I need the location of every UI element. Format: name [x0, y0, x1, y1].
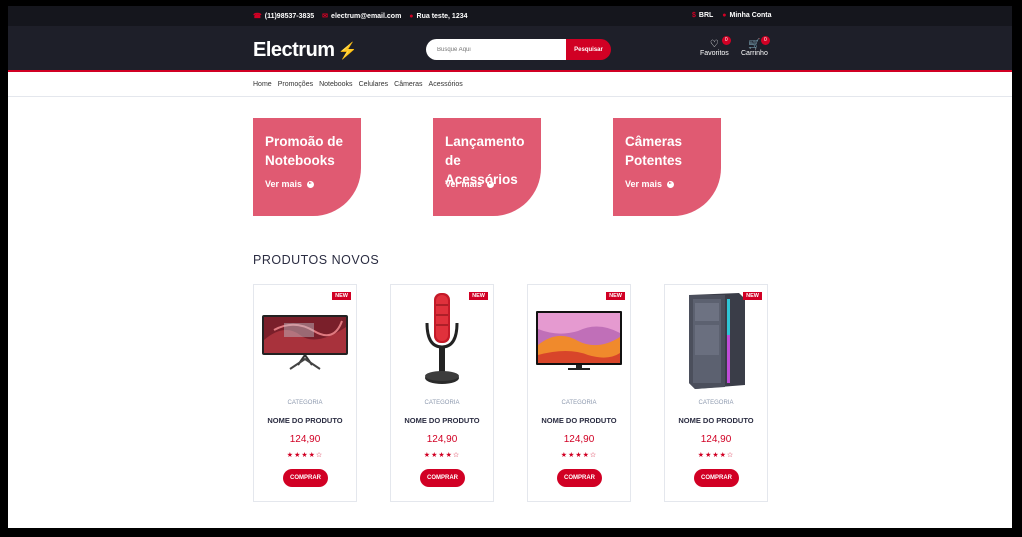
phone-icon: ☎: [253, 13, 262, 20]
cart-label: Carrinho: [741, 50, 768, 57]
product-image-pc-case[interactable]: [665, 285, 767, 395]
nav-item-cameras[interactable]: Câmeras: [394, 81, 422, 88]
account-text: Minha Conta: [729, 12, 772, 19]
product-card[interactable]: NEW CATEGORIA NOME DO PRODUTO 124,90 ★★★…: [390, 284, 494, 502]
product-rating: ★★★★☆: [697, 452, 735, 459]
envelope-icon: ✉: [322, 13, 329, 20]
product-price: 124,90: [289, 434, 321, 445]
arrow-circle-icon: [667, 180, 675, 188]
nav-item-promocoes[interactable]: Promoções: [278, 81, 313, 88]
product-category: CATEGORIA: [698, 400, 734, 406]
product-rating: ★★★★☆: [286, 452, 324, 459]
product-category: CATEGORIA: [287, 400, 323, 406]
search-button[interactable]: Pesquisar: [566, 39, 611, 60]
promo-more-link[interactable]: Ver mais: [445, 179, 495, 189]
product-name[interactable]: NOME DO PRODUTO: [391, 416, 493, 425]
nav-item-home[interactable]: Home: [253, 81, 272, 88]
logo-text: Electrum: [253, 39, 335, 61]
phone-link[interactable]: ☎ (11)98537-3835: [253, 12, 315, 21]
bolt-icon: ⚡: [337, 43, 358, 60]
main-nav: Home Promoções Notebooks Celulares Câmer…: [8, 74, 1012, 97]
favorites-count-badge: 0: [721, 36, 731, 45]
search-form: Pesquisar: [426, 39, 611, 60]
promo-title-line1: Promoão de: [265, 134, 344, 149]
arrow-circle-icon: [307, 180, 315, 188]
product-name[interactable]: NOME DO PRODUTO: [528, 416, 630, 425]
promo-title-line1: Lançamento: [445, 134, 525, 149]
user-icon: ●: [722, 12, 727, 19]
product-card[interactable]: NEW CATEGORIA NOME DO PRODUTO 124,90 ★★★…: [527, 284, 631, 502]
product-rating: ★★★★☆: [423, 452, 461, 459]
product-category: CATEGORIA: [424, 400, 460, 406]
heart-icon: ♡ 0: [700, 36, 731, 50]
dollar-icon: $: [692, 12, 696, 19]
product-price: 124,90: [700, 434, 732, 445]
nav-item-notebooks[interactable]: Notebooks: [319, 81, 352, 88]
product-card[interactable]: NEW CATEGORIA NOME DO PRODUTO 124,90 ★★★…: [664, 284, 768, 502]
cart-button[interactable]: 🛒 0 Carrinho: [741, 36, 770, 57]
cart-icon: 🛒 0: [741, 36, 770, 50]
top-bar: ☎ (11)98537-3835 ✉ electrum@email.com ● Rua…: [8, 6, 1012, 26]
product-image-tv[interactable]: [528, 285, 630, 395]
phone-text: (11)98537-3835: [264, 12, 315, 20]
buy-button[interactable]: COMPRAR: [557, 469, 602, 487]
product-image-microphone[interactable]: [391, 285, 493, 395]
new-badge: NEW: [332, 292, 351, 300]
promo-title: Câmeras Potentes: [625, 132, 709, 170]
product-price: 124,90: [563, 434, 595, 445]
buy-button[interactable]: COMPRAR: [420, 469, 465, 487]
arrow-circle-icon: [487, 180, 495, 188]
nav-item-acessorios[interactable]: Acessórios: [429, 81, 463, 88]
promo-more-link[interactable]: Ver mais: [265, 179, 315, 189]
new-badge: NEW: [469, 292, 488, 300]
map-marker-icon: ●: [409, 12, 414, 20]
new-badge: NEW: [606, 292, 625, 300]
favorites-button[interactable]: ♡ 0 Favoritos: [700, 36, 731, 57]
product-name[interactable]: NOME DO PRODUTO: [254, 416, 356, 425]
promo-more-label: Ver mais: [625, 179, 663, 189]
promo-title-line2: Potentes: [625, 153, 683, 168]
email-text: electrum@email.com: [331, 12, 402, 20]
search-input[interactable]: [426, 39, 566, 60]
promo-title: Promoão de Notebooks: [265, 132, 349, 170]
promo-title-line1: Câmeras: [625, 134, 683, 149]
buy-button[interactable]: COMPRAR: [694, 469, 739, 487]
logo[interactable]: Electrum ⚡: [253, 39, 358, 62]
product-rating: ★★★★☆: [560, 452, 598, 459]
header: Electrum⚡ Pesquisar ♡0 Favoritos 🛒0 Carr…: [8, 26, 1012, 72]
promo-more-link[interactable]: Ver mais: [625, 179, 675, 189]
nav-item-celulares[interactable]: Celulares: [359, 81, 389, 88]
product-image-monitor[interactable]: [254, 285, 356, 395]
email-link[interactable]: ✉ electrum@email.com: [322, 12, 402, 21]
address-text: Rua teste, 1234: [416, 12, 468, 20]
address-link[interactable]: ● Rua teste, 1234: [409, 13, 467, 20]
buy-button[interactable]: COMPRAR: [283, 469, 328, 487]
window-frame: ☎ (11)98537-3835 ✉ electrum@email.com ● Rua…: [0, 0, 1022, 537]
promo-card-notebooks[interactable]: Promoão de Notebooks Ver mais: [253, 118, 361, 216]
promo-card-cameras[interactable]: Câmeras Potentes Ver mais: [613, 118, 721, 216]
favorites-label: Favoritos: [700, 50, 729, 57]
section-title: PRODUTOS NOVOS: [253, 253, 380, 267]
promo-more-label: Ver mais: [445, 179, 483, 189]
currency-link[interactable]: $ BRL: [692, 12, 713, 19]
product-name[interactable]: NOME DO PRODUTO: [665, 416, 767, 425]
page: ☎ (11)98537-3835 ✉ electrum@email.com ● Rua…: [8, 6, 1012, 528]
promo-more-label: Ver mais: [265, 179, 303, 189]
account-link[interactable]: ● Minha Conta: [722, 12, 771, 19]
product-category: CATEGORIA: [561, 400, 597, 406]
currency-text: BRL: [698, 12, 714, 19]
product-price: 124,90: [426, 434, 458, 445]
promo-card-accessories[interactable]: Lançamento de Acessórios Ver mais: [433, 118, 541, 216]
product-card[interactable]: NEW CATEGORIA NOME DO PRODUTO 124,90 ★★★…: [253, 284, 357, 502]
new-badge: NEW: [743, 292, 762, 300]
cart-count-badge: 0: [760, 36, 770, 45]
promo-title-line2: Notebooks: [265, 153, 335, 168]
